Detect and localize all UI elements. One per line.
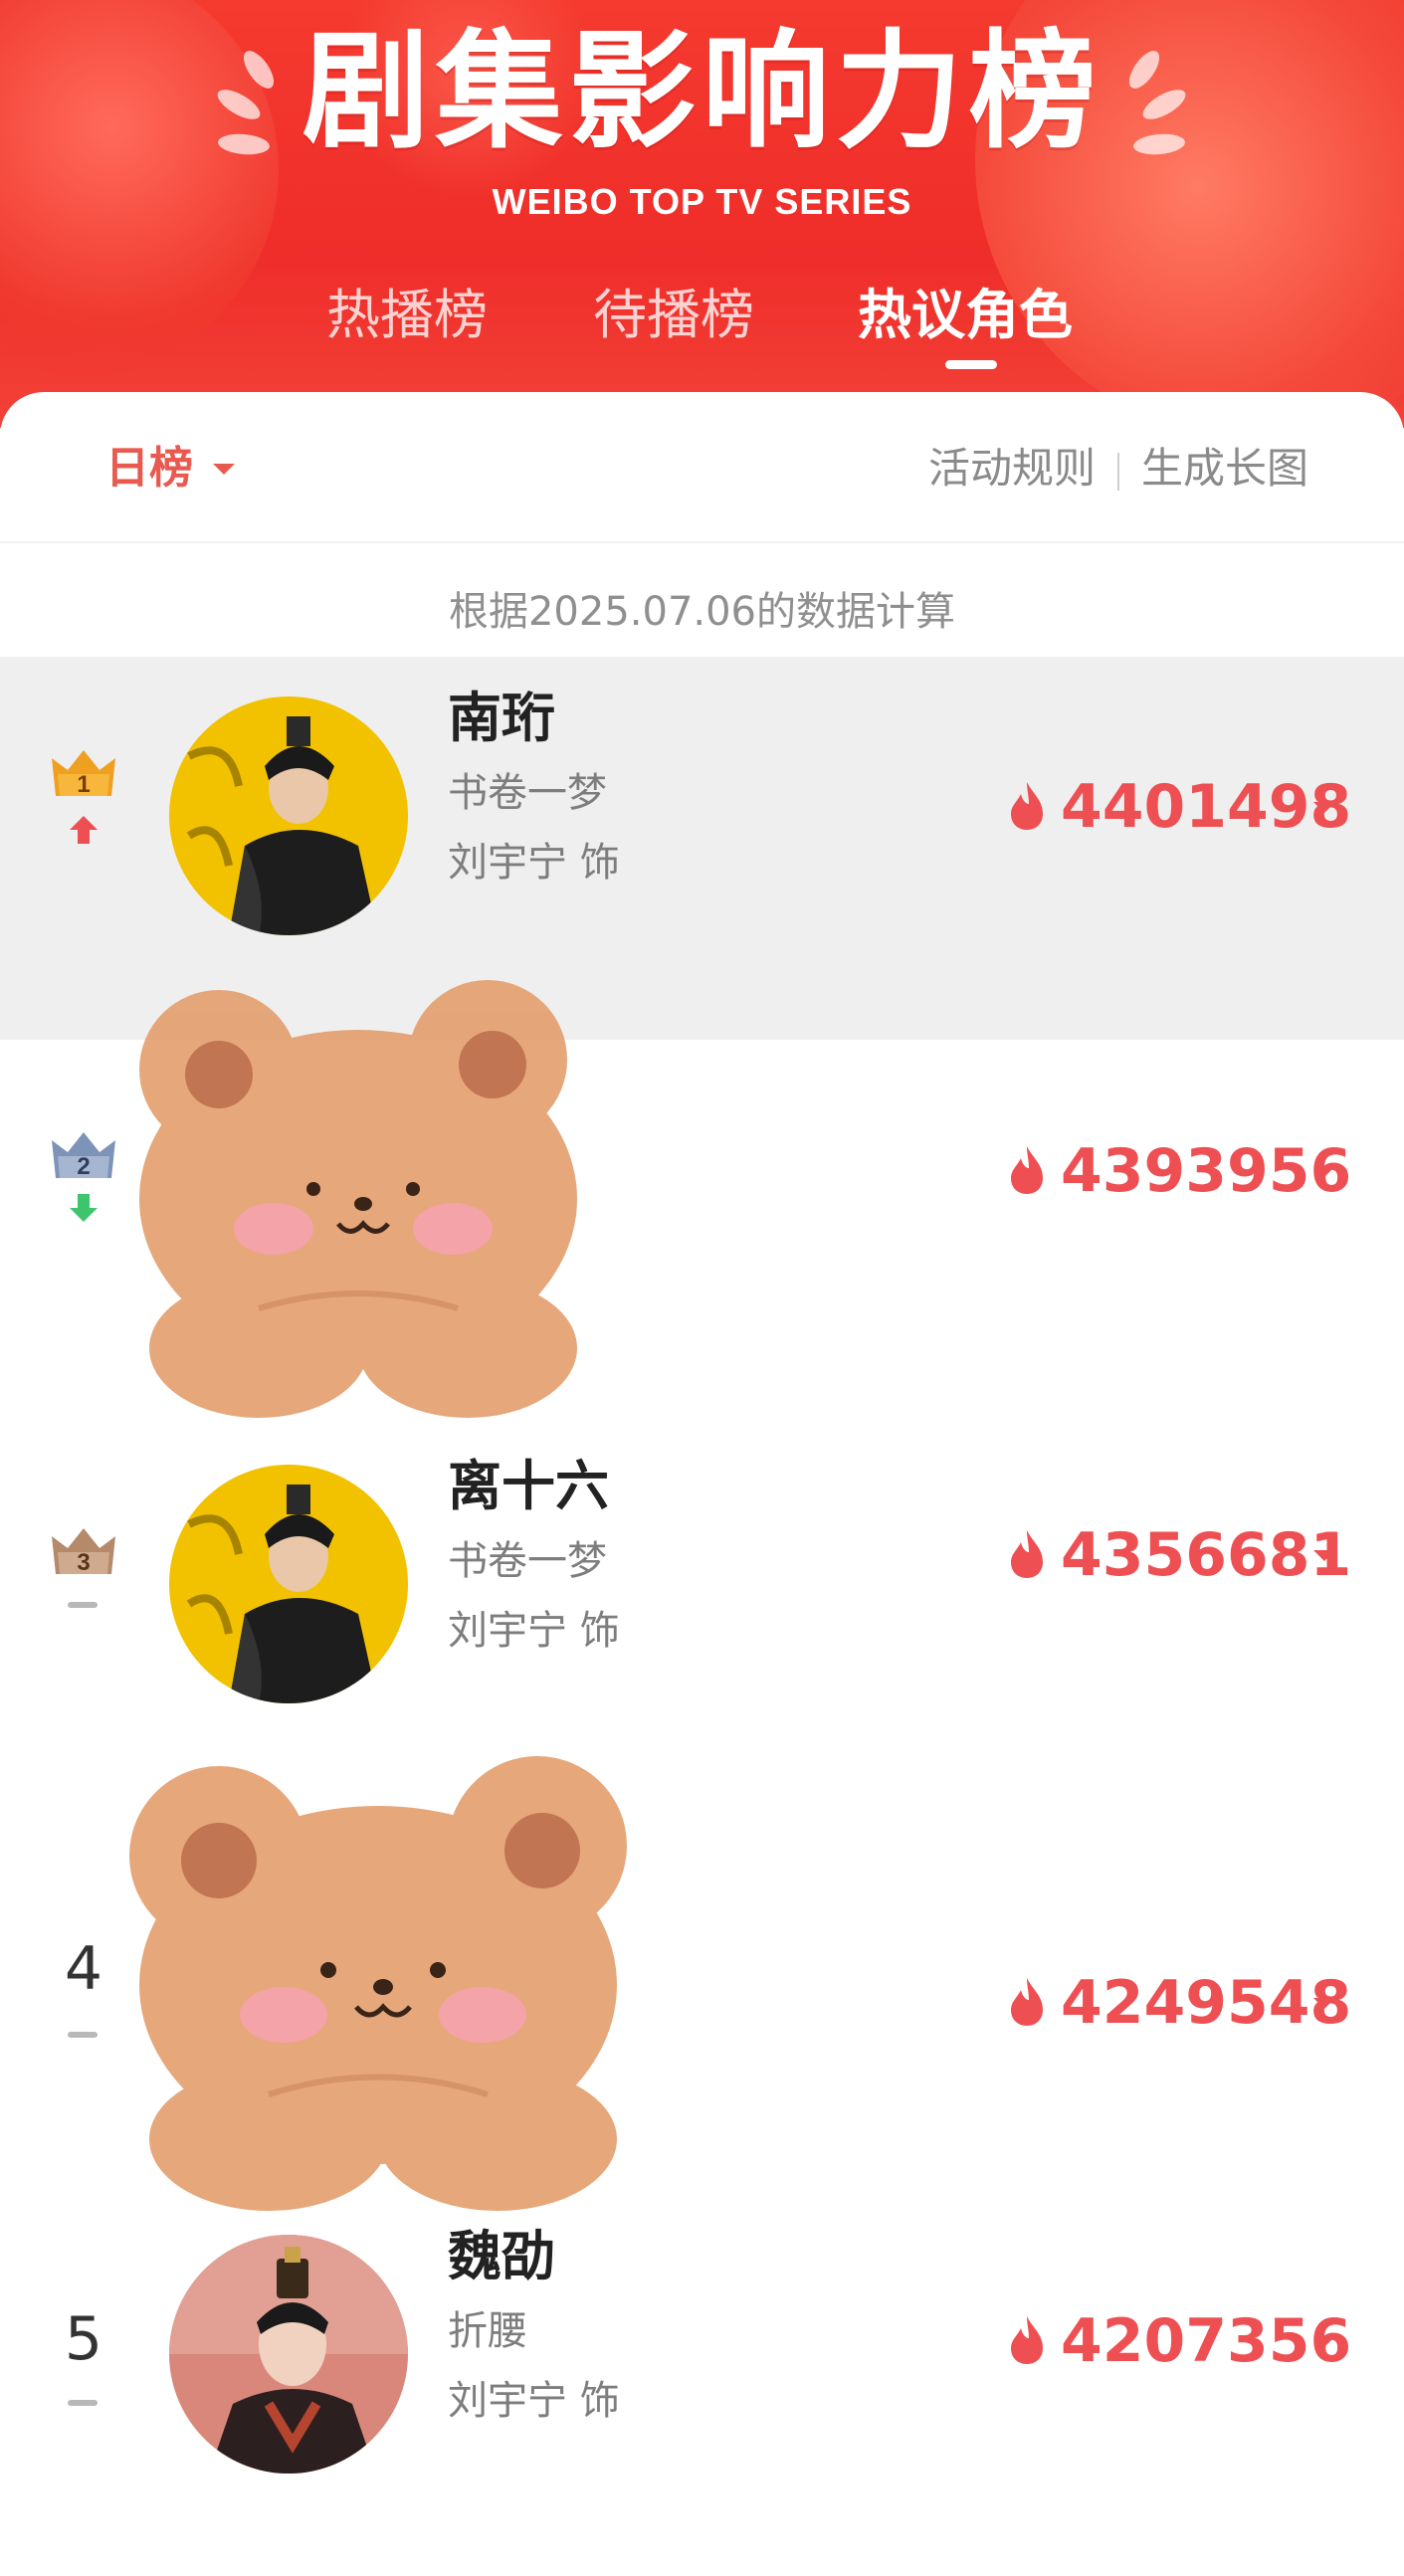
actor-name: 刘宇宁 饰 [448, 2378, 620, 2424]
caret-down-icon[interactable] [1313, 1998, 1335, 2009]
flame-icon [1011, 1146, 1043, 1194]
flame-icon [1011, 782, 1043, 830]
caret-down-icon[interactable] [213, 464, 235, 475]
drama-title: 书卷一梦 [448, 770, 607, 816]
ranking-row[interactable]: 5 魏劭 折腰 刘宇宁 饰 4207356 [0, 2193, 1404, 2576]
tab-hot-characters[interactable]: 热议角色 [858, 281, 1073, 350]
ranking-card: 日榜 活动规则 生成长图 根据2025.07.06的数据计算 1 南珩 书卷一梦 … [0, 392, 1404, 2547]
trend-up-icon [70, 816, 98, 844]
tab-bar: 热播榜 待播榜 热议角色 [0, 281, 1404, 360]
page-title: 剧集影响力榜 [301, 18, 1103, 166]
bear-sticker-icon [139, 980, 577, 1418]
character-name: 魏劭 [448, 2225, 555, 2287]
heat-value: 4356681 [1061, 1520, 1352, 1590]
rules-link[interactable]: 活动规则 [928, 444, 1096, 493]
heat-value: 4207356 [1061, 2306, 1352, 2376]
svg-text:2: 2 [77, 1153, 90, 1180]
filter-bar: 日榜 活动规则 生成长图 [0, 392, 1404, 543]
trend-same-icon [68, 2032, 98, 2038]
character-name: 南珩 [448, 687, 555, 749]
flame-icon [1011, 1978, 1043, 2026]
drama-title: 书卷一梦 [448, 1538, 607, 1584]
period-selector[interactable]: 日榜 [105, 442, 193, 495]
heat-value: 4249548 [1061, 1968, 1352, 2038]
character-name: 离十六 [448, 1455, 609, 1517]
ranking-row[interactable]: 3 离十六 书卷一梦 刘宇宁 饰 4356681 [0, 1425, 1404, 1808]
trend-same-icon [68, 2400, 98, 2406]
trend-same-icon [68, 1602, 98, 1608]
svg-text:3: 3 [77, 1549, 90, 1576]
generate-image-link[interactable]: 生成长图 [1141, 444, 1308, 493]
caret-down-icon[interactable] [1313, 1166, 1335, 1177]
tab-hot-airing[interactable]: 热播榜 [326, 281, 488, 350]
page-subtitle: WEIBO TOP TV SERIES [492, 181, 912, 222]
header-banner: 剧集影响力榜 WEIBO TOP TV SERIES 热播榜 待播榜 热议角色 [0, 0, 1404, 428]
heat-value: 4401498 [1061, 772, 1352, 842]
caret-down-icon[interactable] [1313, 1550, 1335, 1561]
caret-down-icon[interactable] [1313, 2336, 1335, 2347]
caret-down-icon[interactable] [1313, 802, 1335, 813]
divider [1116, 452, 1119, 491]
svg-text:1: 1 [77, 771, 90, 798]
actor-name: 刘宇宁 饰 [448, 840, 620, 886]
avatar[interactable] [169, 1465, 408, 1703]
active-tab-indicator [945, 360, 997, 369]
tab-upcoming[interactable]: 待播榜 [593, 281, 754, 350]
drama-title: 折腰 [448, 2308, 527, 2354]
avatar[interactable] [169, 2235, 408, 2474]
flame-icon [1011, 1530, 1043, 1578]
flame-icon [1011, 2316, 1043, 2364]
bronze-crown-icon: 3 [52, 1528, 115, 1576]
actor-name: 刘宇宁 饰 [448, 1608, 620, 1654]
calculation-note: 根据2025.07.06的数据计算 [448, 589, 956, 635]
rank-number: 5 [64, 2304, 103, 2374]
bear-sticker-icon [129, 1756, 627, 2211]
avatar[interactable] [169, 696, 408, 935]
trend-down-icon [70, 1194, 98, 1222]
header-links: 活动规则 生成长图 [928, 442, 1308, 495]
heat-value: 4393956 [1061, 1136, 1352, 1206]
gold-crown-icon: 1 [52, 750, 115, 798]
